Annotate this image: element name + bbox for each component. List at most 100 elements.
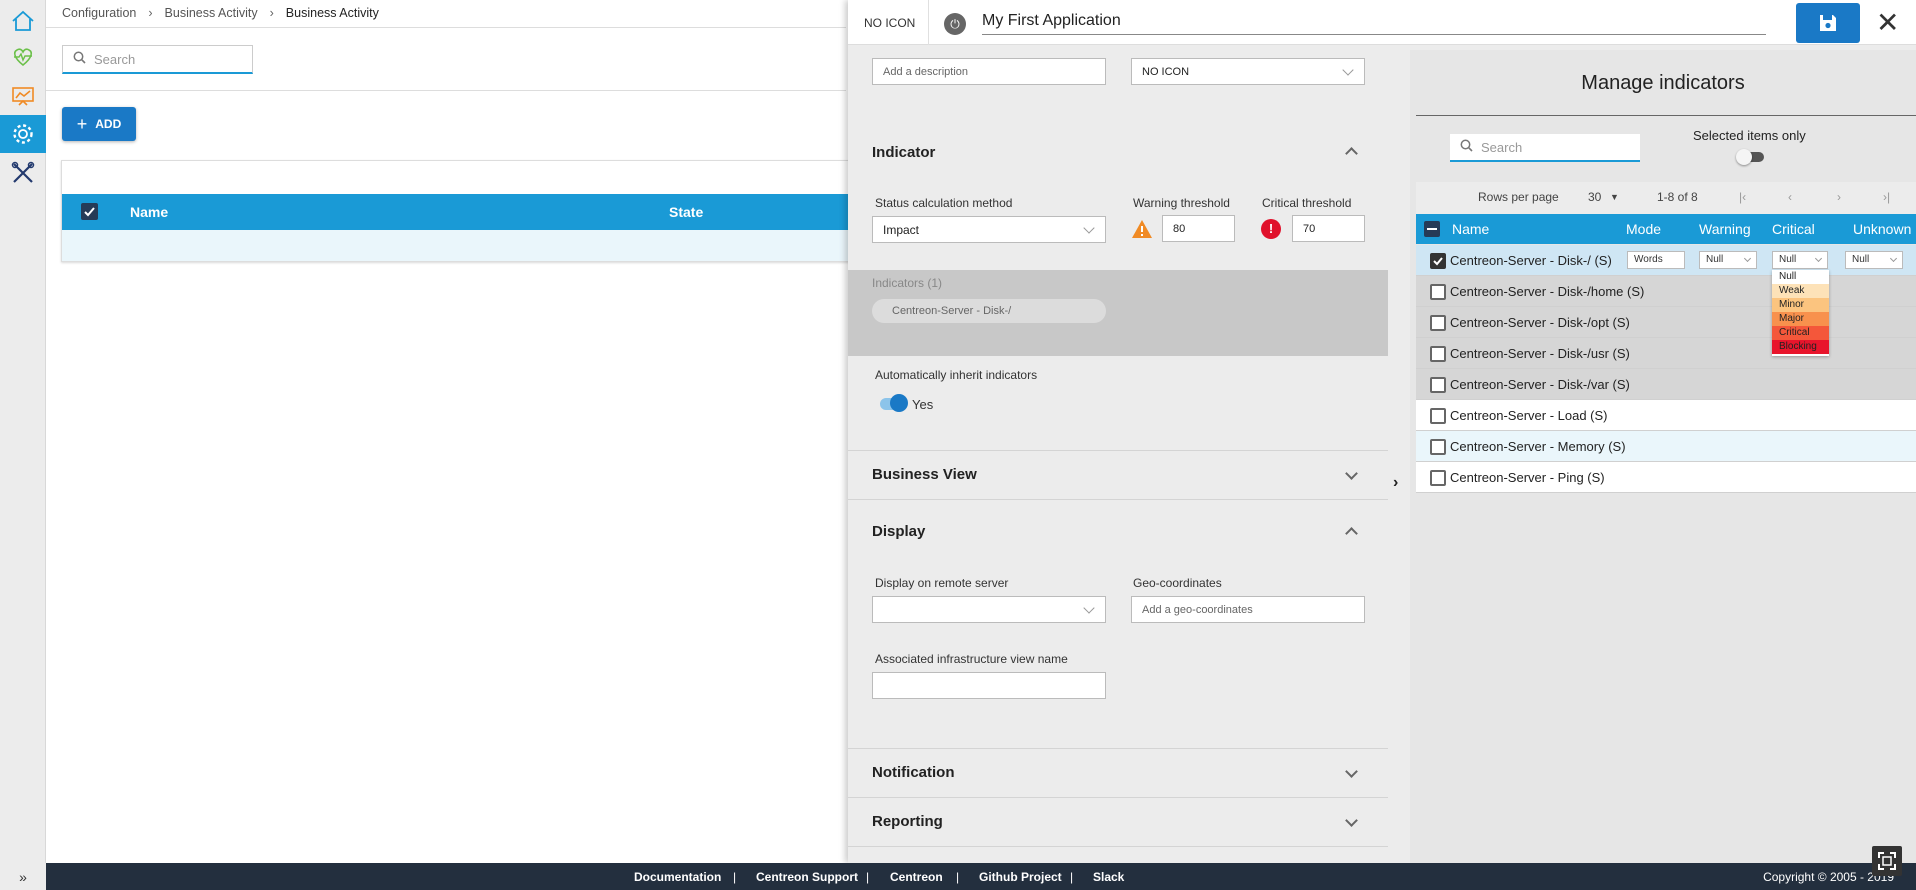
warning-select[interactable]: Null <box>1699 251 1757 269</box>
column-unknown[interactable]: Unknown <box>1853 221 1911 237</box>
toggle-knob[interactable] <box>1736 149 1752 165</box>
column-name[interactable]: Name <box>130 204 168 220</box>
table-row[interactable]: Centreon-Server - Disk-/opt (S) <box>1416 307 1916 338</box>
row-checkbox[interactable] <box>1430 470 1446 486</box>
dropdown-option-weak[interactable]: Weak <box>1772 284 1829 298</box>
table-row[interactable] <box>62 230 852 261</box>
section-display-title[interactable]: Display <box>872 523 925 540</box>
power-icon[interactable]: ⏻ <box>944 13 966 35</box>
table-row[interactable]: Centreon-Server - Disk-/home (S) <box>1416 276 1916 307</box>
section-indicator-title[interactable]: Indicator <box>872 144 935 161</box>
status-calc-select[interactable]: Impact <box>872 216 1106 243</box>
reporting-chart-icon[interactable] <box>0 77 46 115</box>
footer-link-support[interactable]: Centreon Support <box>756 870 858 884</box>
toggle-knob[interactable] <box>890 394 908 412</box>
table-row[interactable]: Centreon-Server - Disk-/usr (S) <box>1416 338 1916 369</box>
critical-select-value: Null <box>1779 254 1797 265</box>
geo-coordinates-input[interactable]: Add a geo-coordinates <box>1131 596 1365 623</box>
warning-threshold-label: Warning threshold <box>1133 196 1230 210</box>
section-business-view-title[interactable]: Business View <box>872 466 977 483</box>
description-input[interactable]: Add a description <box>872 58 1106 85</box>
row-checkbox[interactable] <box>1430 377 1446 393</box>
dropdown-option-blocking[interactable]: Blocking <box>1772 340 1829 354</box>
mode-select[interactable]: Words <box>1627 251 1685 269</box>
indicator-name: Centreon-Server - Disk-/home (S) <box>1450 284 1645 299</box>
administration-tools-icon[interactable] <box>0 154 46 192</box>
fullscreen-icon[interactable] <box>1872 846 1902 876</box>
indicator-chip[interactable]: Centreon-Server - Disk-/ <box>872 299 1106 323</box>
column-warning[interactable]: Warning <box>1699 221 1751 237</box>
dropdown-option-major[interactable]: Major <box>1772 312 1829 326</box>
column-critical[interactable]: Critical <box>1772 221 1815 237</box>
last-page-icon[interactable]: ›| <box>1883 190 1890 204</box>
floppy-disk-icon <box>1820 15 1836 31</box>
configuration-gear-icon[interactable] <box>0 115 46 153</box>
row-checkbox[interactable] <box>1430 315 1446 331</box>
select-all-checkbox[interactable] <box>81 203 98 220</box>
column-mode[interactable]: Mode <box>1626 221 1661 237</box>
save-button[interactable] <box>1796 3 1860 43</box>
icon-select-value: NO ICON <box>1142 65 1190 78</box>
rows-per-page-select[interactable]: 30 <box>1588 190 1601 204</box>
row-checkbox[interactable] <box>1430 439 1446 455</box>
app-icon-label[interactable]: NO ICON <box>864 16 915 30</box>
row-checkbox[interactable] <box>1430 346 1446 362</box>
critical-alert-icon: ! <box>1261 219 1281 239</box>
indicators-search-input[interactable]: Search <box>1450 134 1640 162</box>
collapse-panel-chevron-icon[interactable]: › <box>1393 474 1398 492</box>
critical-threshold-label: Critical threshold <box>1262 196 1352 210</box>
dropdown-option-minor[interactable]: Minor <box>1772 298 1829 312</box>
column-name[interactable]: Name <box>1452 221 1489 237</box>
warning-threshold-input[interactable]: 80 <box>1162 215 1235 242</box>
dropdown-option-null[interactable]: Null <box>1772 270 1829 284</box>
row-checkbox[interactable] <box>1430 408 1446 424</box>
chevron-down-icon <box>1889 254 1898 263</box>
add-button[interactable]: + ADD <box>62 107 136 141</box>
search-input[interactable]: Search <box>62 45 253 74</box>
footer-link-centreon[interactable]: Centreon <box>890 870 943 884</box>
footer-link-github[interactable]: Github Project <box>979 870 1062 884</box>
caret-down-icon[interactable]: ▼ <box>1610 192 1619 202</box>
breadcrumb-configuration[interactable]: Configuration <box>62 6 136 20</box>
breadcrumb-business-activity[interactable]: Business Activity <box>165 6 258 20</box>
previous-page-icon[interactable]: ‹ <box>1788 190 1792 204</box>
unknown-select[interactable]: Null <box>1845 251 1903 269</box>
plus-icon: + <box>76 113 88 134</box>
section-reporting-title[interactable]: Reporting <box>872 813 943 830</box>
dropdown-option-critical[interactable]: Critical <box>1772 326 1829 340</box>
chevron-down-icon <box>1342 64 1354 76</box>
indicators-table-header: Name Mode Warning Critical Unknown <box>1416 214 1916 244</box>
footer-link-slack[interactable]: Slack <box>1093 870 1124 884</box>
table-row[interactable]: Centreon-Server - Load (S) <box>1416 400 1916 431</box>
row-checkbox[interactable] <box>1430 284 1446 300</box>
footer-link-documentation[interactable]: Documentation <box>634 870 721 884</box>
next-page-icon[interactable]: › <box>1837 190 1841 204</box>
home-icon[interactable] <box>0 2 46 40</box>
select-all-checkbox[interactable] <box>1424 221 1440 237</box>
table-row[interactable]: Centreon-Server - Disk-/var (S) <box>1416 369 1916 400</box>
table-row[interactable]: Centreon-Server - Memory (S) <box>1416 431 1916 462</box>
expand-menu-icon[interactable]: » <box>0 863 46 890</box>
first-page-icon[interactable]: |‹ <box>1739 190 1746 204</box>
indicator-name: Centreon-Server - Load (S) <box>1450 408 1608 423</box>
page-range: 1-8 of 8 <box>1657 190 1698 204</box>
close-icon[interactable]: ✕ <box>1876 8 1899 38</box>
remote-server-select[interactable] <box>872 596 1106 623</box>
table-row[interactable]: Centreon-Server - Disk-/ (S) Words Null Nul… <box>1416 245 1916 276</box>
critical-select[interactable]: Null <box>1772 251 1828 269</box>
app-title-input[interactable]: My First Application <box>982 12 1766 35</box>
status-calc-label: Status calculation method <box>875 196 1013 210</box>
table-row[interactable]: Centreon-Server - Ping (S) <box>1416 462 1916 493</box>
critical-threshold-input[interactable]: 70 <box>1292 215 1365 242</box>
divider <box>848 499 1388 500</box>
pagination-bar: Rows per page 30 ▼ 1-8 of 8 |‹ ‹ › ›| <box>1416 182 1916 214</box>
infra-view-input[interactable] <box>872 672 1106 699</box>
row-checkbox[interactable] <box>1430 253 1446 269</box>
section-notification-title[interactable]: Notification <box>872 764 955 781</box>
chevron-down-icon <box>1743 254 1752 263</box>
column-state[interactable]: State <box>669 204 703 220</box>
indicator-name: Centreon-Server - Disk-/opt (S) <box>1450 315 1630 330</box>
status-calc-value: Impact <box>883 222 920 237</box>
icon-select[interactable]: NO ICON <box>1131 58 1365 85</box>
monitoring-heartbeat-icon[interactable] <box>0 38 46 76</box>
